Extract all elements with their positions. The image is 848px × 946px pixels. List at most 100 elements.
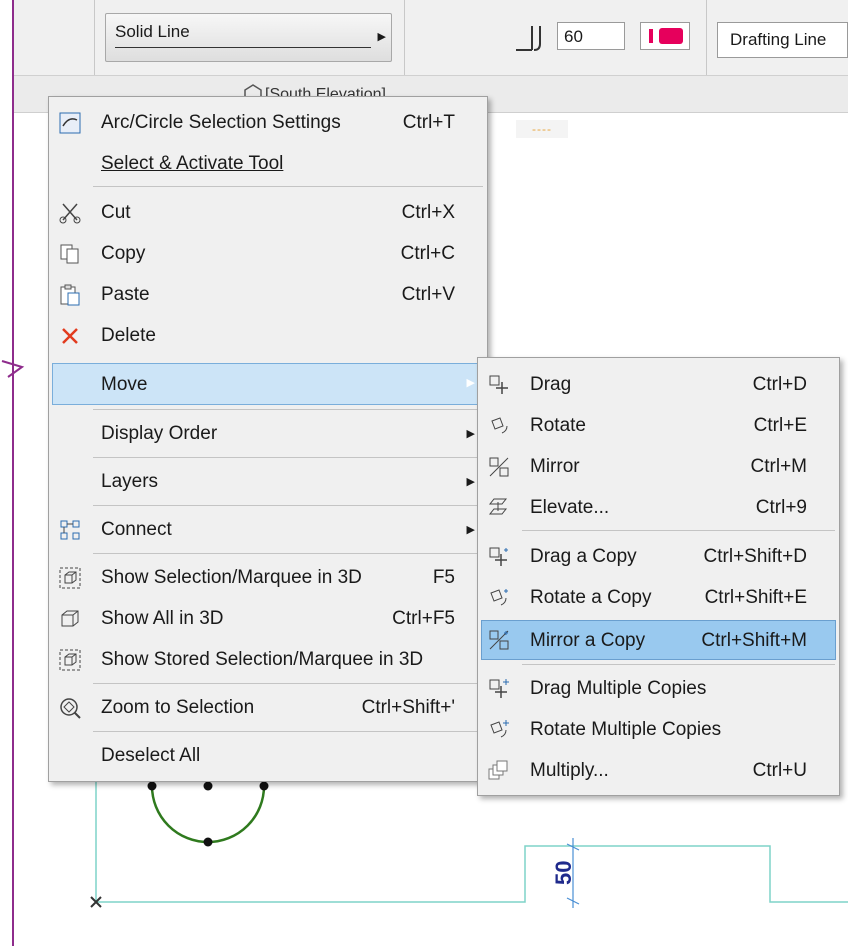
menu-item-shortcut: Ctrl+V (401, 284, 455, 305)
menu-separator (522, 664, 835, 665)
submenu-item-label: Rotate a Copy (530, 587, 652, 608)
arc-node (203, 781, 213, 791)
connect-icon (60, 520, 80, 540)
chevron-right-icon: ▶ (466, 476, 475, 488)
submenu-item-label: Rotate Multiple Copies (530, 719, 722, 740)
menu-item-label: Move (101, 374, 148, 395)
submenu-item-mirror-a-copy[interactable]: Mirror a Copy Ctrl+Shift+M (481, 620, 836, 660)
menu-item-delete[interactable]: Delete (53, 317, 483, 355)
submenu-item-elevate[interactable]: Elevate... Ctrl+9 (482, 489, 835, 527)
submenu-item-label: Drag Multiple Copies (530, 678, 707, 699)
submenu-item-shortcut: Ctrl+Shift+M (701, 630, 807, 651)
menu-item-shortcut: Ctrl+Shift+' (361, 697, 455, 718)
drag-multiple-icon (489, 679, 509, 698)
menu-item-shortcut: F5 (432, 567, 455, 588)
menu-item-zoom-to-selection[interactable]: Zoom to Selection Ctrl+Shift+' (53, 689, 483, 727)
submenu-item-mirror[interactable]: Mirror Ctrl+M (482, 448, 835, 486)
menu-item-cut[interactable]: Cut Ctrl+X (53, 194, 483, 232)
menu-item-label: Show Stored Selection/Marquee in 3D (101, 649, 424, 670)
menu-item-label: Arc/Circle Selection Settings (101, 112, 341, 133)
submenu-item-shortcut: Ctrl+Shift+D (703, 546, 807, 567)
submenu-item-label: Elevate... (530, 497, 610, 518)
submenu-item-rotate-a-copy[interactable]: Rotate a Copy Ctrl+Shift+E (482, 579, 835, 617)
rotate-multiple-icon (490, 720, 509, 738)
multiply-icon (488, 760, 508, 780)
zoom-selection-icon (60, 698, 81, 719)
menu-item-shortcut: Ctrl+T (402, 112, 455, 133)
menu-item-show-selection-3d[interactable]: Show Selection/Marquee in 3D F5 (53, 559, 483, 597)
menu-separator (93, 186, 483, 187)
menu-item-copy[interactable]: Copy Ctrl+C (53, 235, 483, 273)
mirror-icon (489, 457, 509, 477)
submenu-item-shortcut: Ctrl+D (752, 374, 807, 395)
settings-pen-icon (59, 112, 81, 134)
menu-item-label: Cut (101, 202, 131, 223)
drafted-arc (150, 785, 266, 844)
submenu-item-drag[interactable]: Drag Ctrl+D (482, 366, 835, 404)
menu-separator (93, 683, 483, 684)
menu-item-label: Show Selection/Marquee in 3D (101, 567, 362, 588)
submenu-item-shortcut: Ctrl+U (752, 760, 807, 781)
chevron-right-icon: ▶ (466, 377, 475, 389)
submenu-item-label: Rotate (530, 415, 586, 436)
submenu-item-shortcut: Ctrl+E (753, 415, 807, 436)
chevron-right-icon: ▶ (466, 524, 475, 536)
submenu-item-label: Mirror a Copy (530, 630, 646, 651)
submenu-item-shortcut: Ctrl+9 (755, 497, 807, 518)
menu-item-label: Show All in 3D (101, 608, 224, 629)
menu-item-deselect-all[interactable]: Deselect All (53, 737, 483, 775)
menu-separator (93, 505, 483, 506)
menu-item-label: Zoom to Selection (101, 697, 255, 718)
submenu-item-drag-a-copy[interactable]: Drag a Copy Ctrl+Shift+D (482, 538, 835, 576)
menu-item-arc-circle-settings[interactable]: Arc/Circle Selection Settings Ctrl+T (53, 104, 483, 142)
rotate-copy-icon (490, 589, 508, 606)
marquee-3d-icon (59, 567, 81, 589)
menu-item-connect[interactable]: Connect ▶ (53, 511, 483, 549)
chevron-right-icon: ▶ (466, 428, 475, 440)
submenu-item-multiply[interactable]: Multiply... Ctrl+U (482, 752, 835, 790)
stored-marquee-3d-icon (59, 649, 81, 671)
move-submenu: Drag Ctrl+D Rotate Ctrl+E Mirror Ctrl+M … (477, 357, 840, 796)
menu-item-label: Select & Activate Tool (101, 153, 284, 174)
submenu-item-label: Drag a Copy (530, 546, 637, 567)
menu-separator (93, 409, 483, 410)
menu-item-display-order[interactable]: Display Order ▶ (53, 415, 483, 453)
menu-separator (93, 553, 483, 554)
menu-item-select-activate-tool[interactable]: Select & Activate Tool (53, 145, 483, 183)
copy-icon (60, 244, 79, 264)
mirror-copy-icon (489, 630, 509, 650)
delete-x-icon (62, 328, 78, 344)
menu-item-shortcut: Ctrl+F5 (392, 608, 455, 629)
drag-copy-icon (489, 547, 508, 566)
arrow-right-icon (1, 360, 25, 378)
submenu-item-label: Mirror (530, 456, 580, 477)
arc-node (147, 781, 157, 791)
rotate-icon (491, 417, 508, 434)
menu-item-label: Layers (101, 471, 159, 492)
submenu-item-shortcut: Ctrl+M (750, 456, 807, 477)
submenu-item-label: Drag (530, 374, 572, 395)
submenu-item-shortcut: Ctrl+Shift+E (704, 587, 807, 608)
menu-item-paste[interactable]: Paste Ctrl+V (53, 276, 483, 314)
menu-item-label: Paste (101, 284, 150, 305)
menu-item-label: Delete (101, 325, 156, 346)
menu-item-show-all-3d[interactable]: Show All in 3D Ctrl+F5 (53, 600, 483, 638)
submenu-item-drag-multiple-copies[interactable]: Drag Multiple Copies (482, 670, 835, 708)
menu-separator (93, 731, 483, 732)
scissors-icon (59, 203, 81, 224)
menu-item-shortcut: Ctrl+X (401, 202, 455, 223)
submenu-item-rotate-multiple-copies[interactable]: Rotate Multiple Copies (482, 711, 835, 749)
submenu-item-label: Multiply... (530, 760, 609, 781)
menu-item-label: Deselect All (101, 745, 201, 766)
submenu-item-rotate[interactable]: Rotate Ctrl+E (482, 407, 835, 445)
menu-item-shortcut: Ctrl+C (400, 243, 455, 264)
elevate-icon (488, 498, 508, 515)
menu-item-move[interactable]: Move ▶ (52, 363, 484, 405)
menu-item-label: Display Order (101, 423, 218, 444)
arc-node (203, 837, 213, 847)
menu-item-show-stored-selection-3d[interactable]: Show Stored Selection/Marquee in 3D (53, 641, 483, 679)
cube-icon (61, 610, 79, 627)
menu-item-layers[interactable]: Layers ▶ (53, 463, 483, 501)
menu-separator (522, 530, 835, 531)
paste-icon (60, 284, 80, 306)
